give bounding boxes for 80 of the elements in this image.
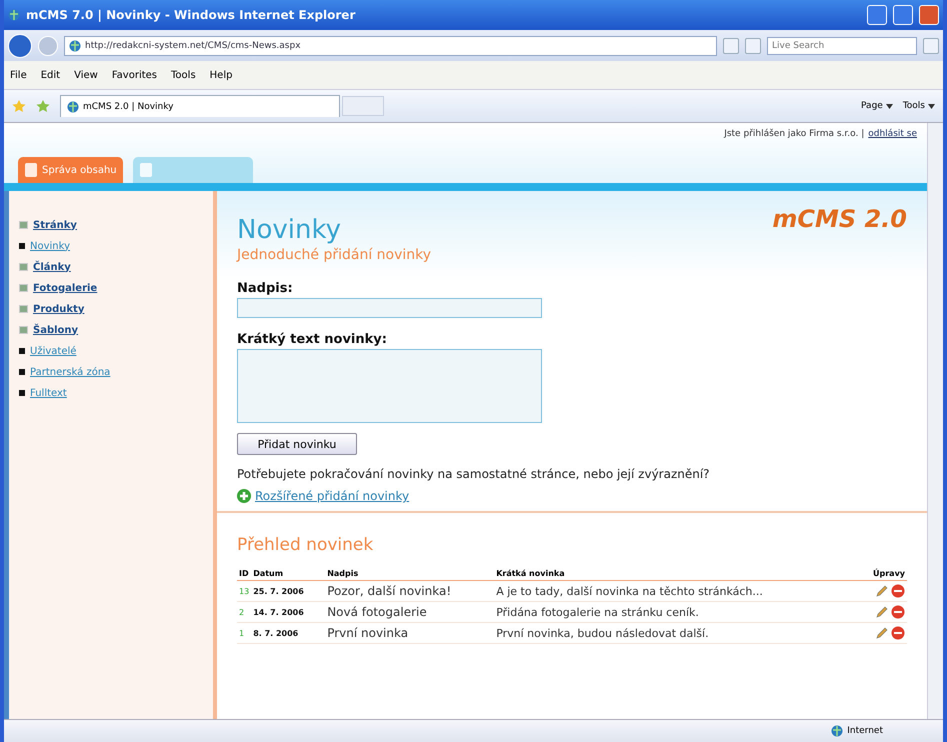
globe-icon bbox=[831, 725, 844, 737]
sidebar-item[interactable]: Fotogalerie bbox=[19, 280, 213, 296]
plus-icon bbox=[237, 489, 251, 503]
delete-icon[interactable] bbox=[891, 626, 905, 640]
close-button[interactable] bbox=[919, 5, 939, 25]
add-favorite-icon[interactable] bbox=[36, 99, 50, 113]
sidebar-item[interactable]: Články bbox=[19, 259, 213, 275]
section-title: Přehled novinek bbox=[237, 535, 374, 555]
sidebar-item[interactable]: Stránky bbox=[19, 217, 213, 233]
delete-icon[interactable] bbox=[891, 584, 905, 598]
forward-button[interactable] bbox=[38, 36, 58, 56]
table-cell: 13 bbox=[237, 580, 252, 602]
table-cell: 1 bbox=[237, 622, 252, 644]
minimize-button[interactable] bbox=[867, 5, 887, 25]
menu-item[interactable]: View bbox=[74, 70, 98, 80]
star-icon[interactable] bbox=[12, 99, 26, 113]
advanced-link[interactable]: Rozšířené přidání novinky bbox=[255, 489, 410, 503]
maximize-button[interactable] bbox=[893, 5, 913, 25]
field-label: Nadpis: bbox=[237, 281, 294, 296]
back-button[interactable] bbox=[8, 34, 32, 58]
table-cell: První novinka bbox=[325, 622, 494, 644]
table-cell: První novinka, budou následovat další. bbox=[494, 622, 859, 644]
table-cell: 2 bbox=[237, 602, 252, 622]
menu-item[interactable]: Favorites bbox=[112, 70, 158, 80]
window-title: mCMS 7.0 | Novinky - Windows Internet Explorer bbox=[26, 8, 356, 22]
column-header: Nadpis bbox=[325, 567, 494, 580]
command-button[interactable]: Tools bbox=[902, 101, 935, 111]
menu-item[interactable]: Help bbox=[210, 70, 232, 80]
sidebar-item[interactable]: Fulltext bbox=[19, 385, 213, 401]
field-label: Krátký text novinky: bbox=[237, 332, 388, 347]
column-header: Úpravy bbox=[858, 567, 907, 580]
stop-button[interactable] bbox=[745, 38, 761, 54]
delete-icon[interactable] bbox=[891, 605, 905, 619]
table-cell: 8. 7. 2006 bbox=[251, 622, 326, 644]
column-header: Datum bbox=[251, 567, 326, 580]
site-icon bbox=[69, 40, 81, 52]
document-icon bbox=[24, 162, 38, 178]
new-tab-button[interactable] bbox=[342, 96, 384, 116]
pencil-icon[interactable] bbox=[875, 605, 889, 619]
section-tab[interactable] bbox=[133, 157, 253, 183]
sidebar-item[interactable]: Šablony bbox=[19, 322, 213, 338]
address-field[interactable]: http://redakcni-system.net/CMS/cms-News.aspx bbox=[64, 36, 717, 56]
table-cell: 14. 7. 2006 bbox=[251, 602, 326, 622]
menu-item[interactable]: Tools bbox=[171, 70, 196, 80]
login-status: Jste přihlášen jako Firma s.r.o. | bbox=[724, 129, 864, 139]
hint-text: Potřebujete pokračování novinky na samostatné stránce, nebo její zvýraznění? bbox=[237, 467, 711, 481]
logout-link[interactable]: odhlásit se bbox=[868, 129, 917, 139]
table-cell: Nová fotogalerie bbox=[325, 602, 494, 622]
page-icon bbox=[67, 100, 79, 112]
search-field[interactable]: Live Search bbox=[767, 36, 917, 54]
browser-icon bbox=[8, 9, 20, 21]
refresh-button[interactable] bbox=[723, 38, 739, 54]
caret-icon bbox=[886, 104, 893, 108]
command-button[interactable]: Page bbox=[861, 101, 893, 111]
input-field[interactable] bbox=[237, 298, 542, 318]
table-cell: A je to tady, další novinka na těchto stránkách... bbox=[494, 580, 859, 602]
pencil-icon[interactable] bbox=[875, 584, 889, 598]
menu-item[interactable]: File bbox=[10, 70, 27, 80]
scrollbar[interactable] bbox=[927, 123, 943, 719]
text-area[interactable] bbox=[237, 349, 542, 423]
page-title: Novinky bbox=[237, 215, 341, 245]
browser-tab[interactable]: mCMS 2.0 | Novinky bbox=[60, 95, 340, 117]
document-icon bbox=[139, 162, 153, 178]
table-cell: 25. 7. 2006 bbox=[251, 580, 326, 602]
sidebar-item[interactable]: Produkty bbox=[19, 301, 213, 317]
page-subtitle: Jednoduché přidání novinky bbox=[237, 247, 432, 263]
logo: mCMS 2.0 bbox=[772, 205, 907, 233]
column-header: Krátká novinka bbox=[494, 567, 859, 580]
sidebar-item[interactable]: Novinky bbox=[19, 238, 213, 254]
menu-item[interactable]: Edit bbox=[40, 70, 60, 80]
caret-icon bbox=[928, 104, 935, 108]
sidebar-item[interactable]: Uživatelé bbox=[19, 343, 213, 359]
search-button[interactable] bbox=[923, 38, 939, 54]
pencil-icon[interactable] bbox=[875, 626, 889, 640]
column-header: ID bbox=[237, 567, 252, 580]
table-cell: Přidána fotogalerie na stránku ceník. bbox=[494, 602, 859, 622]
sidebar-item[interactable]: Partnerská zóna bbox=[19, 364, 213, 380]
table-cell: Pozor, další novinka! bbox=[325, 580, 494, 602]
zone-label: Internet bbox=[847, 726, 883, 736]
submit-button[interactable]: Přidat novinku bbox=[237, 433, 357, 455]
